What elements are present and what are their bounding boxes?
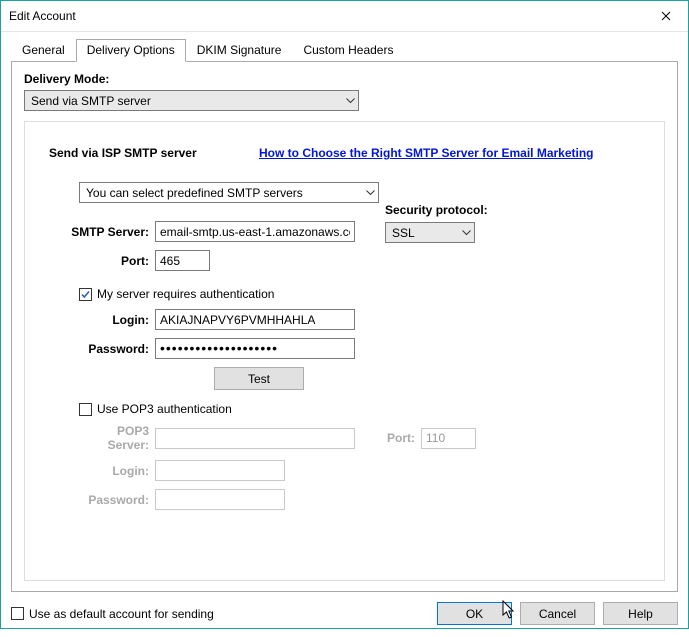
- pop3-server-input: [155, 428, 355, 449]
- security-protocol-value: SSL: [392, 226, 415, 240]
- pop3-password-label: Password:: [79, 493, 149, 507]
- smtp-port-input[interactable]: [155, 250, 210, 271]
- pop3-password-input: [155, 489, 285, 510]
- login-label: Login:: [79, 313, 149, 327]
- dialog-body: General Delivery Options DKIM Signature …: [1, 32, 688, 592]
- tab-general[interactable]: General: [11, 39, 76, 61]
- pop3-auth-checkbox[interactable]: Use POP3 authentication: [79, 402, 232, 416]
- password-input[interactable]: [155, 338, 355, 359]
- predefined-smtp-select[interactable]: You can select predefined SMTP servers: [79, 182, 379, 203]
- tabstrip: General Delivery Options DKIM Signature …: [11, 38, 678, 61]
- help-button[interactable]: Help: [603, 602, 678, 625]
- pop3-auth-label: Use POP3 authentication: [97, 402, 232, 416]
- smtp-server-input[interactable]: [155, 221, 355, 242]
- titlebar: Edit Account: [1, 1, 688, 32]
- delivery-mode-label: Delivery Mode:: [24, 72, 665, 86]
- close-button[interactable]: [643, 1, 688, 31]
- close-icon: [661, 11, 671, 21]
- predefined-smtp-value: You can select predefined SMTP servers: [86, 186, 303, 200]
- delivery-mode-select[interactable]: Send via SMTP server: [24, 90, 359, 111]
- pop3-port-label: Port:: [355, 431, 415, 445]
- password-label: Password:: [79, 342, 149, 356]
- ok-button[interactable]: OK: [437, 602, 512, 625]
- test-button[interactable]: Test: [214, 367, 304, 390]
- chevron-down-icon: [366, 190, 375, 196]
- checkbox-box: [11, 607, 24, 620]
- checkbox-box: [79, 403, 92, 416]
- security-protocol-select[interactable]: SSL: [385, 222, 475, 243]
- default-account-label: Use as default account for sending: [29, 607, 214, 621]
- cancel-button[interactable]: Cancel: [520, 602, 595, 625]
- smtp-server-label: SMTP Server:: [49, 225, 149, 239]
- pop3-login-label: Login:: [79, 464, 149, 478]
- tab-custom-headers[interactable]: Custom Headers: [292, 39, 404, 61]
- edit-account-window: Edit Account General Delivery Options DK…: [0, 0, 689, 629]
- chevron-down-icon: [462, 230, 471, 236]
- smtp-help-link[interactable]: How to Choose the Right SMTP Server for …: [259, 146, 594, 160]
- tabpage-delivery-options: Delivery Mode: Send via SMTP server Send…: [11, 61, 678, 592]
- smtp-port-label: Port:: [49, 254, 149, 268]
- dialog-footer: Use as default account for sending OK Ca…: [1, 592, 688, 637]
- pop3-port-input: [421, 428, 476, 449]
- auth-required-checkbox[interactable]: My server requires authentication: [79, 287, 274, 301]
- tab-delivery-options[interactable]: Delivery Options: [76, 39, 186, 62]
- auth-required-label: My server requires authentication: [97, 287, 274, 301]
- checkbox-box: [79, 288, 92, 301]
- tab-dkim-signature[interactable]: DKIM Signature: [186, 39, 293, 61]
- chevron-down-icon: [346, 98, 355, 104]
- login-input[interactable]: [155, 309, 355, 330]
- delivery-mode-value: Send via SMTP server: [31, 94, 151, 108]
- default-account-checkbox[interactable]: Use as default account for sending: [11, 607, 214, 621]
- security-protocol-label: Security protocol:: [385, 203, 488, 217]
- smtp-group: Send via ISP SMTP server How to Choose t…: [24, 121, 665, 581]
- smtp-heading: Send via ISP SMTP server: [49, 146, 259, 160]
- window-title: Edit Account: [9, 9, 76, 23]
- pop3-server-label: POP3 Server:: [79, 424, 149, 452]
- pop3-login-input: [155, 460, 285, 481]
